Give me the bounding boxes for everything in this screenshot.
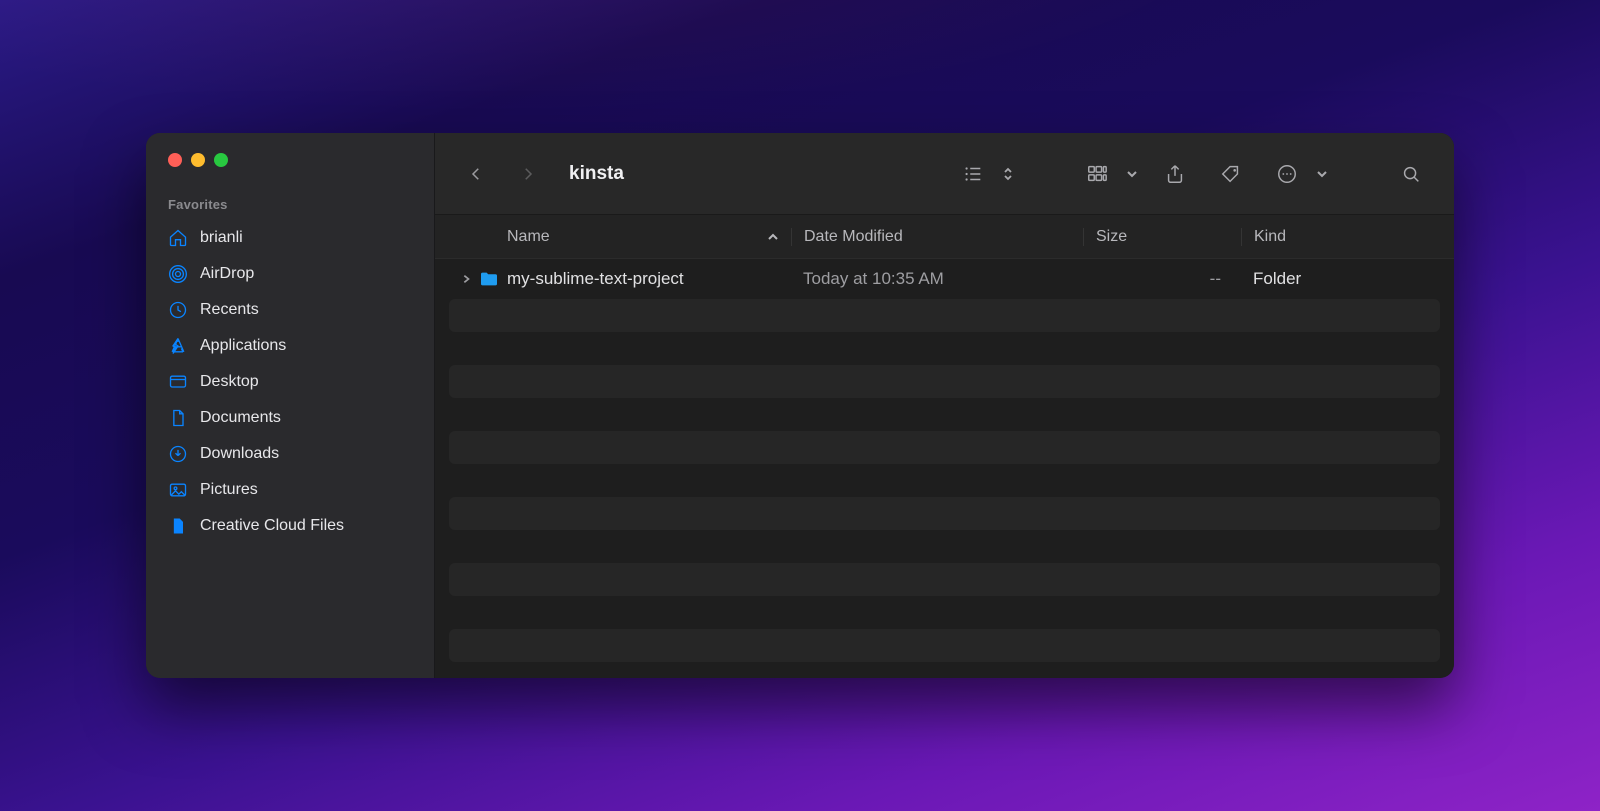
file-size-cell: -- <box>1083 269 1241 289</box>
sidebar-item-downloads[interactable]: Downloads <box>156 436 424 472</box>
sidebar-item-creative-cloud[interactable]: Creative Cloud Files <box>156 508 424 544</box>
list-view-icon <box>954 158 992 190</box>
main-pane: kinsta <box>435 133 1454 678</box>
sidebar: Favorites brianli AirDrop Recents <box>146 133 435 678</box>
tags-button[interactable] <box>1212 158 1250 190</box>
sidebar-item-pictures[interactable]: Pictures <box>156 472 424 508</box>
column-label: Date Modified <box>804 228 903 246</box>
file-name: my-sublime-text-project <box>507 269 684 289</box>
document-icon <box>168 408 188 428</box>
sidebar-favorites-list: brianli AirDrop Recents Applications <box>146 218 434 546</box>
sidebar-item-label: Pictures <box>200 481 258 499</box>
empty-row <box>449 332 1440 365</box>
pictures-icon <box>168 480 188 500</box>
sidebar-item-documents[interactable]: Documents <box>156 400 424 436</box>
up-down-icon <box>1002 166 1014 182</box>
sidebar-item-label: Recents <box>200 301 259 319</box>
chevron-down-icon <box>1126 168 1138 180</box>
column-headers: Name Date Modified Size Kind <box>435 215 1454 259</box>
column-date-modified[interactable]: Date Modified <box>791 228 1083 246</box>
file-date-cell: Today at 10:35 AM <box>791 269 1083 289</box>
empty-row <box>449 596 1440 629</box>
column-label: Size <box>1096 228 1127 246</box>
apps-icon <box>168 336 188 356</box>
sidebar-item-label: Creative Cloud Files <box>200 517 344 535</box>
column-kind[interactable]: Kind <box>1241 228 1440 246</box>
minimize-window-button[interactable] <box>191 153 205 167</box>
sidebar-item-label: Desktop <box>200 373 259 391</box>
view-mode-control[interactable] <box>954 158 1014 190</box>
chevron-down-icon <box>1316 168 1328 180</box>
home-icon <box>168 228 188 248</box>
empty-row <box>449 464 1440 497</box>
ellipsis-circle-icon <box>1268 158 1306 190</box>
file-kind-cell: Folder <box>1241 269 1440 289</box>
empty-row <box>449 398 1440 431</box>
sidebar-item-home[interactable]: brianli <box>156 220 424 256</box>
sidebar-item-label: Documents <box>200 409 281 427</box>
empty-row <box>449 563 1440 596</box>
search-button[interactable] <box>1392 158 1430 190</box>
creativecloud-icon <box>168 516 188 536</box>
finder-window: Favorites brianli AirDrop Recents <box>146 133 1454 678</box>
file-list: my-sublime-text-project Today at 10:35 A… <box>435 259 1454 678</box>
column-label: Kind <box>1254 228 1286 246</box>
file-row[interactable]: my-sublime-text-project Today at 10:35 A… <box>449 259 1440 299</box>
desktop-icon <box>168 372 188 392</box>
sidebar-item-applications[interactable]: Applications <box>156 328 424 364</box>
zoom-window-button[interactable] <box>214 153 228 167</box>
sidebar-item-label: brianli <box>200 229 243 247</box>
empty-row <box>449 299 1440 332</box>
file-name-cell: my-sublime-text-project <box>449 269 791 289</box>
back-button[interactable] <box>459 157 493 191</box>
download-icon <box>168 444 188 464</box>
window-controls <box>146 153 434 189</box>
forward-button[interactable] <box>511 157 545 191</box>
folder-title: kinsta <box>569 163 624 185</box>
group-by-control[interactable] <box>1078 158 1138 190</box>
column-size[interactable]: Size <box>1083 228 1241 246</box>
sidebar-item-recents[interactable]: Recents <box>156 292 424 328</box>
sidebar-item-label: Downloads <box>200 445 279 463</box>
actions-menu-button[interactable] <box>1268 158 1328 190</box>
clock-icon <box>168 300 188 320</box>
empty-row <box>449 365 1440 398</box>
sidebar-item-label: Applications <box>200 337 286 355</box>
sidebar-section-label: Favorites <box>146 189 434 218</box>
close-window-button[interactable] <box>168 153 182 167</box>
column-label: Name <box>507 228 550 246</box>
column-name[interactable]: Name <box>435 228 791 246</box>
empty-row <box>449 629 1440 662</box>
empty-row <box>449 530 1440 563</box>
empty-row <box>449 497 1440 530</box>
airdrop-icon <box>168 264 188 284</box>
empty-row <box>449 431 1440 464</box>
share-button[interactable] <box>1156 158 1194 190</box>
folder-icon <box>479 271 499 287</box>
grid-group-icon <box>1078 158 1116 190</box>
disclosure-triangle-icon[interactable] <box>461 274 471 284</box>
sidebar-item-desktop[interactable]: Desktop <box>156 364 424 400</box>
sidebar-item-label: AirDrop <box>200 265 254 283</box>
sort-ascending-icon <box>767 231 779 243</box>
sidebar-item-airdrop[interactable]: AirDrop <box>156 256 424 292</box>
toolbar: kinsta <box>435 133 1454 215</box>
